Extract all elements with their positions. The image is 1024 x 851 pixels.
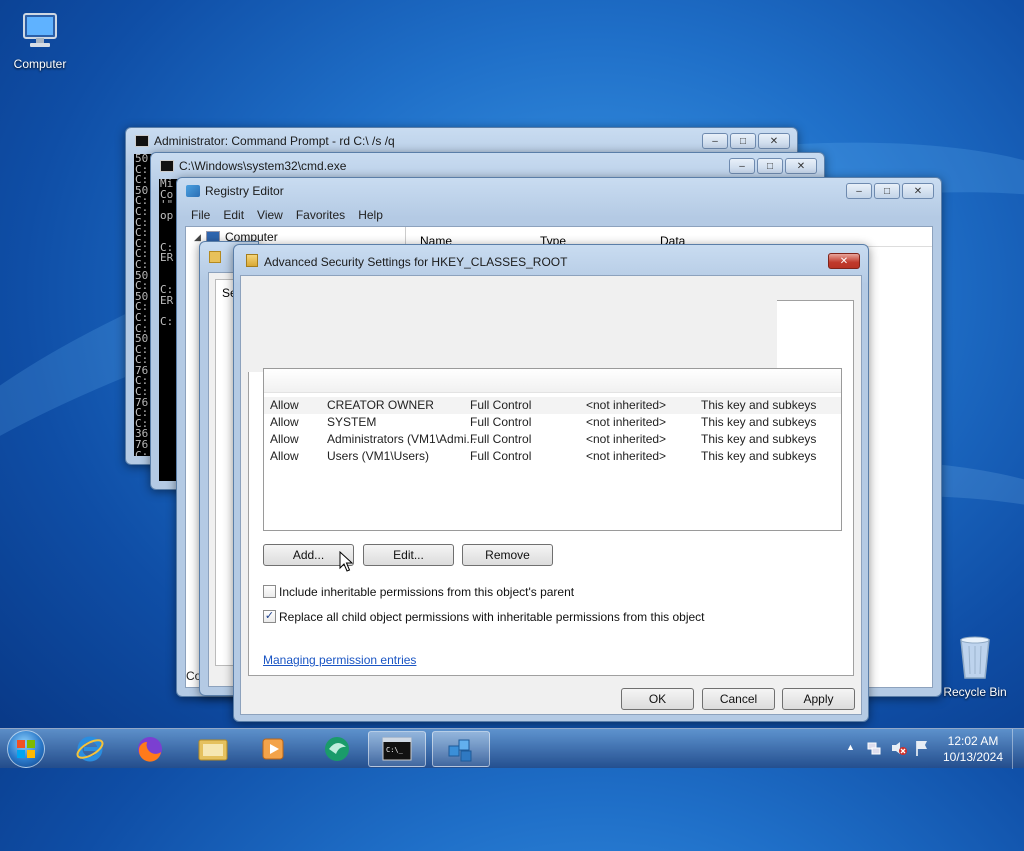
desktop-icon-recycle-bin[interactable]: Recycle Bin <box>935 632 1015 699</box>
minimize-button[interactable]: – <box>702 133 728 149</box>
entry-type: Allow <box>270 449 299 463</box>
close-button[interactable]: ✕ <box>785 158 817 174</box>
entry-access: Full Control <box>470 432 532 446</box>
action-center-flag-icon[interactable] <box>914 739 930 757</box>
registry-editor-icon <box>448 739 472 762</box>
entry-applies-to: This key and subkeys <box>701 432 817 446</box>
entry-access: Full Control <box>470 449 532 463</box>
entry-inherited: <not inherited> <box>586 415 667 429</box>
windows-logo-icon <box>17 740 35 758</box>
advanced-security-dialog[interactable]: Advanced Security Settings for HKEY_CLAS… <box>233 244 869 722</box>
internet-explorer-icon <box>76 736 104 762</box>
entry-access: Full Control <box>470 415 532 429</box>
entry-principal: Users (VM1\Users) <box>327 449 430 463</box>
entry-inherited: <not inherited> <box>586 449 667 463</box>
tray-overflow-icon[interactable]: ▲ <box>846 742 855 752</box>
edit-button[interactable]: Edit... <box>363 544 454 566</box>
registry-menubar: File Edit View Favorites Help <box>191 208 383 222</box>
minimize-button[interactable]: – <box>846 183 872 199</box>
minimize-button[interactable]: – <box>729 158 755 174</box>
entry-principal: CREATOR OWNER <box>327 398 434 412</box>
remove-button[interactable]: Remove <box>462 544 553 566</box>
desktop-icon-computer[interactable]: Computer <box>0 10 80 71</box>
tree-expand-icon[interactable]: ◢ <box>194 232 201 243</box>
taskbar-registry-editor[interactable] <box>432 731 490 767</box>
firefox-icon <box>138 737 162 762</box>
taskbar-firefox[interactable] <box>121 731 179 767</box>
cmd-icon <box>135 135 149 147</box>
dialog-close-button[interactable]: ✕ <box>828 253 860 269</box>
clock-time: 12:02 AM <box>947 734 999 748</box>
cmd-icon <box>160 160 174 172</box>
green-app-icon <box>325 737 349 761</box>
ok-button[interactable]: OK <box>621 688 694 710</box>
cancel-button[interactable]: Cancel <box>702 688 775 710</box>
table-row[interactable]: Allow Administrators (VM1\Admi... Full Con… <box>264 431 841 448</box>
command-prompt-icon: C:\_ <box>382 737 412 761</box>
entry-type: Allow <box>270 432 299 446</box>
dialog-folder-icon <box>246 254 258 267</box>
entry-applies-to: This key and subkeys <box>701 415 817 429</box>
menu-edit[interactable]: Edit <box>223 208 244 222</box>
apply-button[interactable]: Apply <box>782 688 855 710</box>
entry-principal: SYSTEM <box>327 415 377 429</box>
close-button[interactable]: ✕ <box>758 133 790 149</box>
taskbar-internet-explorer[interactable] <box>61 731 119 767</box>
close-button[interactable]: ✕ <box>902 183 934 199</box>
taskbar-file-explorer[interactable] <box>184 731 242 767</box>
dialog-inner-panel: Allow CREATOR OWNER Full Control <not inher… <box>241 276 854 676</box>
taskbar-app-green[interactable] <box>308 731 366 767</box>
entry-principal: Administrators (VM1\Admi... <box>327 432 477 446</box>
table-row[interactable]: Allow SYSTEM Full Control <not inherited> Th… <box>264 414 841 431</box>
folder-icon <box>198 739 228 761</box>
start-button[interactable] <box>7 730 45 768</box>
entry-applies-to: This key and subkeys <box>701 449 817 463</box>
taskbar: C:\_ ▲ 12:02 AM 10/13/2024 <box>0 728 1024 769</box>
computer-icon <box>18 10 62 54</box>
show-desktop-button[interactable] <box>1012 729 1024 769</box>
desktop-icon-recycle-bin-label: Recycle Bin <box>943 685 1007 699</box>
replace-child-label: Replace all child object permissions wit… <box>279 610 705 624</box>
entry-type: Allow <box>270 415 299 429</box>
dialog-client-area: Allow CREATOR OWNER Full Control <not inher… <box>240 275 862 715</box>
include-inheritable-label: Include inheritable permissions from thi… <box>279 585 575 599</box>
permissions-folder-icon <box>209 251 221 263</box>
entry-access: Full Control <box>470 398 532 412</box>
svg-text:C:\_: C:\_ <box>386 746 404 754</box>
maximize-button[interactable]: □ <box>730 133 756 149</box>
table-row[interactable]: Allow CREATOR OWNER Full Control <not inher… <box>264 397 841 414</box>
blank-region <box>241 276 777 372</box>
dialog-title: Advanced Security Settings for HKEY_CLAS… <box>264 255 568 269</box>
entry-type: Allow <box>270 398 299 412</box>
managing-permissions-link[interactable]: Managing permission entries <box>263 653 416 667</box>
taskbar-media-player[interactable] <box>244 731 302 767</box>
cmd-title: C:\Windows\system32\cmd.exe <box>179 159 347 173</box>
desktop-icon-computer-label: Computer <box>13 57 67 71</box>
recycle-bin-icon <box>955 632 995 682</box>
registry-editor-title: Registry Editor <box>205 184 284 198</box>
list-header <box>264 369 841 393</box>
menu-help[interactable]: Help <box>358 208 383 222</box>
registry-editor-icon <box>186 185 200 197</box>
menu-view[interactable]: View <box>257 208 283 222</box>
taskbar-command-prompt[interactable]: C:\_ <box>368 731 426 767</box>
menu-favorites[interactable]: Favorites <box>296 208 345 222</box>
table-row[interactable]: Allow Users (VM1\Users) Full Control <not i… <box>264 448 841 465</box>
clock[interactable]: 12:02 AM 10/13/2024 <box>938 733 1008 765</box>
cmd-admin-title: Administrator: Command Prompt - rd C:\ /… <box>154 134 395 148</box>
menu-file[interactable]: File <box>191 208 210 222</box>
mouse-cursor-icon <box>339 551 353 572</box>
entry-applies-to: This key and subkeys <box>701 398 817 412</box>
include-inheritable-checkbox[interactable] <box>263 585 276 598</box>
maximize-button[interactable]: □ <box>757 158 783 174</box>
replace-child-checkbox[interactable]: ✓ <box>263 610 276 623</box>
clock-date: 10/13/2024 <box>942 750 1004 764</box>
permission-entries-list[interactable]: Allow CREATOR OWNER Full Control <not inher… <box>263 368 842 531</box>
network-icon[interactable] <box>866 740 882 756</box>
maximize-button[interactable]: □ <box>874 183 900 199</box>
media-player-icon <box>262 738 284 760</box>
volume-muted-icon[interactable] <box>890 740 908 756</box>
entry-inherited: <not inherited> <box>586 398 667 412</box>
entry-inherited: <not inherited> <box>586 432 667 446</box>
